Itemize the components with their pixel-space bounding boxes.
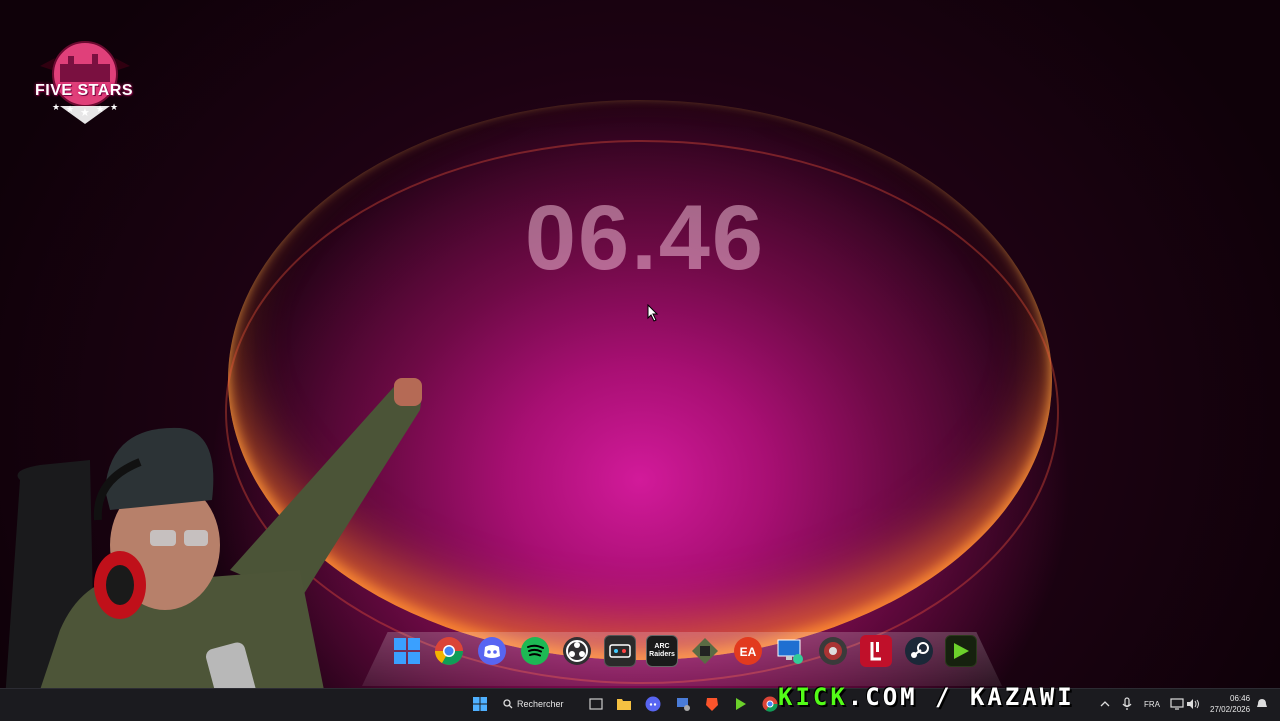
desktop: ★ ★ ★ ★ ★ FIVE STARS 06.46 ARC Raiders E…	[0, 0, 1280, 688]
svg-text:★: ★	[66, 104, 74, 114]
task-view-icon[interactable]	[586, 694, 606, 714]
arc-raiders-icon[interactable]: ARC Raiders	[646, 635, 678, 667]
svg-text:EA: EA	[740, 645, 757, 659]
play-icon[interactable]	[945, 635, 977, 667]
launcher-icon[interactable]	[860, 635, 892, 667]
taskbar-play-icon[interactable]	[731, 694, 751, 714]
ea-icon[interactable]: EA	[732, 635, 764, 667]
language-indicator[interactable]: FRA	[1144, 700, 1160, 709]
svg-text:★: ★	[52, 102, 60, 112]
spotify-icon[interactable]	[519, 635, 551, 667]
taskbar-chrome-icon[interactable]	[760, 694, 780, 714]
five-stars-logo: ★ ★ ★ ★ ★	[40, 41, 130, 124]
logo-text: FIVE STARS	[34, 82, 134, 99]
taskbar	[0, 688, 1280, 721]
search-icon	[503, 699, 513, 709]
taskbar-discord-icon[interactable]	[643, 694, 663, 714]
gpu-tool-icon[interactable]	[689, 635, 721, 667]
mouse-cursor-icon	[647, 304, 659, 322]
microphone-icon[interactable]	[1117, 694, 1137, 714]
notification-icon[interactable]	[1252, 694, 1272, 714]
start-button[interactable]	[470, 694, 490, 714]
taskbar-date[interactable]: 27/02/2026	[1210, 705, 1250, 714]
game-icon[interactable]	[817, 635, 849, 667]
kick-prefix: KICK	[778, 683, 848, 711]
remote-desktop-icon[interactable]	[774, 635, 806, 667]
svg-text:★: ★	[80, 107, 90, 119]
chevron-up-icon[interactable]	[1095, 694, 1115, 714]
windows-icon[interactable]	[391, 635, 423, 667]
taskbar-remote-icon[interactable]	[673, 694, 693, 714]
chrome-icon[interactable]	[433, 635, 465, 667]
search-label: Rechercher	[517, 699, 564, 709]
discord-icon[interactable]	[476, 635, 508, 667]
steam-icon[interactable]	[903, 635, 935, 667]
obs-icon[interactable]	[561, 635, 593, 667]
msi-icon[interactable]	[604, 635, 636, 667]
kick-channel-overlay: KICK.COM / KAZAWI	[778, 683, 1075, 711]
taskbar-search[interactable]: Rechercher	[503, 694, 577, 714]
svg-text:★: ★	[96, 104, 104, 114]
svg-text:★: ★	[110, 102, 118, 112]
streamer-webcam-overlay	[5, 378, 422, 688]
volume-icon[interactable]	[1183, 694, 1203, 714]
desktop-clock: 06.46	[524, 187, 766, 289]
brave-icon[interactable]	[702, 694, 722, 714]
taskbar-time[interactable]: 06:46	[1230, 694, 1250, 703]
kick-suffix: .COM / KAZAWI	[847, 683, 1075, 711]
file-explorer-icon[interactable]	[614, 694, 634, 714]
